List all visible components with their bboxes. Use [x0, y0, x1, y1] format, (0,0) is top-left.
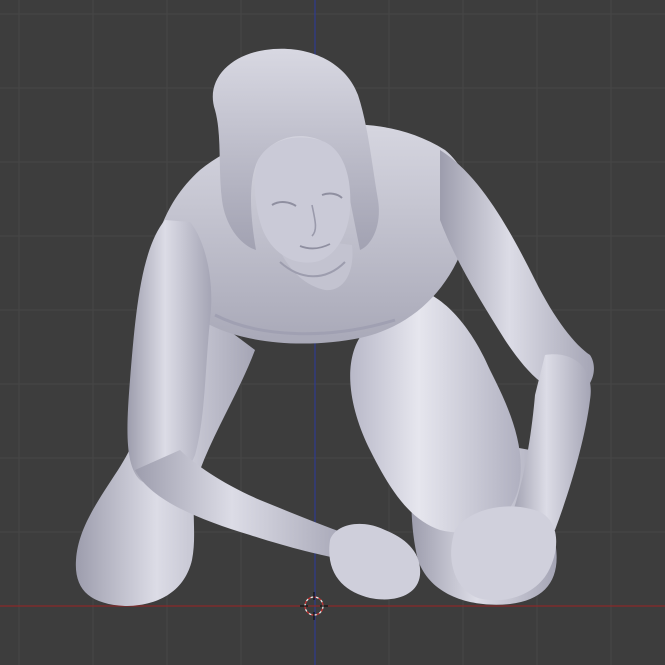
- left-fist: [329, 523, 421, 600]
- 3d-viewport[interactable]: [0, 0, 665, 665]
- viewport-canvas: [0, 0, 665, 665]
- human-figure-model[interactable]: [75, 48, 594, 606]
- right-forearm: [510, 354, 591, 530]
